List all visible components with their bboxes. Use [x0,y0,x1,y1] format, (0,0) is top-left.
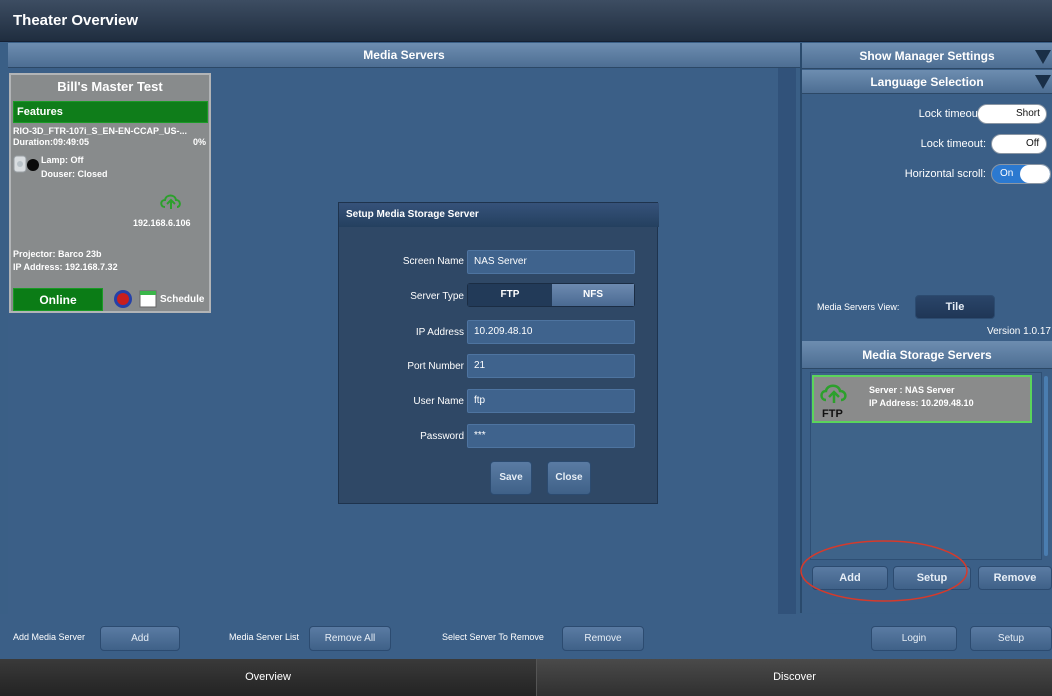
storage-server-item[interactable]: FTP Server : NAS Server IP Address: 10.2… [812,375,1032,423]
setup-media-storage-dialog: Setup Media Storage Server Screen Name N… [338,202,659,504]
cloud-upload-icon [819,381,849,405]
login-button[interactable]: Login [871,626,957,651]
save-button[interactable]: Save [490,461,532,495]
password-field[interactable]: *** [467,424,635,448]
server-type-label: Server Type [410,291,464,302]
tab-discover[interactable]: Discover [537,659,1052,696]
lamp-status: Lamp: Off [41,155,84,165]
storage-server-type: FTP [822,408,843,420]
language-selection-label: Language Selection [870,75,984,89]
user-name-field[interactable]: ftp [467,389,635,413]
media-servers-header: Media Servers [8,43,800,68]
show-manager-settings-label: Show Manager Settings [859,49,995,63]
lock-timeout-label: Lock timeout: [920,138,986,150]
show-manager-settings-header[interactable]: Show Manager Settings [802,43,1052,69]
schedule-link[interactable]: Schedule [160,294,204,305]
language-selection-header[interactable]: Language Selection [802,70,1052,94]
horizontal-scroll-label: Horizontal scroll: [904,168,986,180]
lock-timeout-toggle[interactable]: Short [977,104,1047,124]
storage-list-scrollbar[interactable] [1044,376,1048,556]
version-text: Version 1.0.17 [987,326,1051,337]
server-ip: 192.168.6.106 [133,218,191,228]
media-storage-servers-header: Media Storage Servers [802,341,1052,369]
add-media-server-button[interactable]: Add [100,626,180,651]
chevron-down-icon[interactable] [1034,46,1052,66]
server-type-toggle: FTP NFS [467,283,635,307]
port-number-label: Port Number [407,361,464,372]
horizontal-scroll-toggle[interactable]: On [991,164,1051,184]
ip-address-field[interactable]: 10.209.48.10 [467,320,635,344]
server-type-nfs[interactable]: NFS [552,284,634,306]
port-number-field[interactable]: 21 [467,354,635,378]
projector-name: Projector: Barco 23b [13,249,102,259]
media-server-list-label: Media Server List [229,632,300,642]
tab-overview[interactable]: Overview [0,659,537,696]
screen-name-field[interactable]: NAS Server [467,250,635,274]
storage-remove-button[interactable]: Remove [978,566,1052,590]
media-server-card[interactable]: Bill's Master Test Features RIO-3D_FTR-1… [9,73,211,313]
progress: 0% [192,137,206,147]
screen-name-label: Screen Name [402,256,464,267]
playlist-name: RIO-3D_FTR-107i_S_EN-EN-CCAP_US-... [13,126,188,136]
title-bar: Theater Overview [0,0,1052,42]
annotation-circle [798,537,970,605]
douser-status: Douser: Closed [41,169,108,179]
online-status-badge: Online [13,288,103,311]
card-title: Bill's Master Test [57,79,163,94]
projector-lamp-icon [13,154,39,176]
window-title: Theater Overview [13,12,139,29]
chevron-down-icon[interactable] [1034,71,1052,91]
storage-server-name: Server : NAS Server [869,385,955,395]
setup-button[interactable]: Setup [970,626,1052,651]
media-servers-view-select[interactable]: Tile [915,295,995,319]
server-type-ftp[interactable]: FTP [468,284,552,306]
scrollbar[interactable] [778,68,796,614]
cloud-upload-icon [159,191,183,211]
select-server-label: Select Server To Remove [442,632,544,642]
features-label[interactable]: Features [13,101,208,123]
ip-address-label: IP Address [415,327,464,338]
media-servers-view-label: Media Servers View: [817,302,900,312]
close-button[interactable]: Close [547,461,591,495]
user-name-label: User Name [413,396,464,407]
lock-timeout-label: Lock timeout: [918,108,984,120]
calendar-icon[interactable] [139,288,157,308]
lock-timeout-off-toggle[interactable]: Off [991,134,1047,154]
duration: Duration:09:49:05 [13,137,90,147]
remove-server-button[interactable]: Remove [562,626,644,651]
remove-all-button[interactable]: Remove All [309,626,391,651]
password-label: Password [420,431,464,442]
stop-icon[interactable] [113,289,133,309]
projector-ip: IP Address: 192.168.7.32 [13,262,118,272]
storage-server-ip: IP Address: 10.209.48.10 [869,398,974,408]
dialog-title: Setup Media Storage Server [339,203,659,227]
add-media-server-label: Add Media Server [13,632,86,642]
